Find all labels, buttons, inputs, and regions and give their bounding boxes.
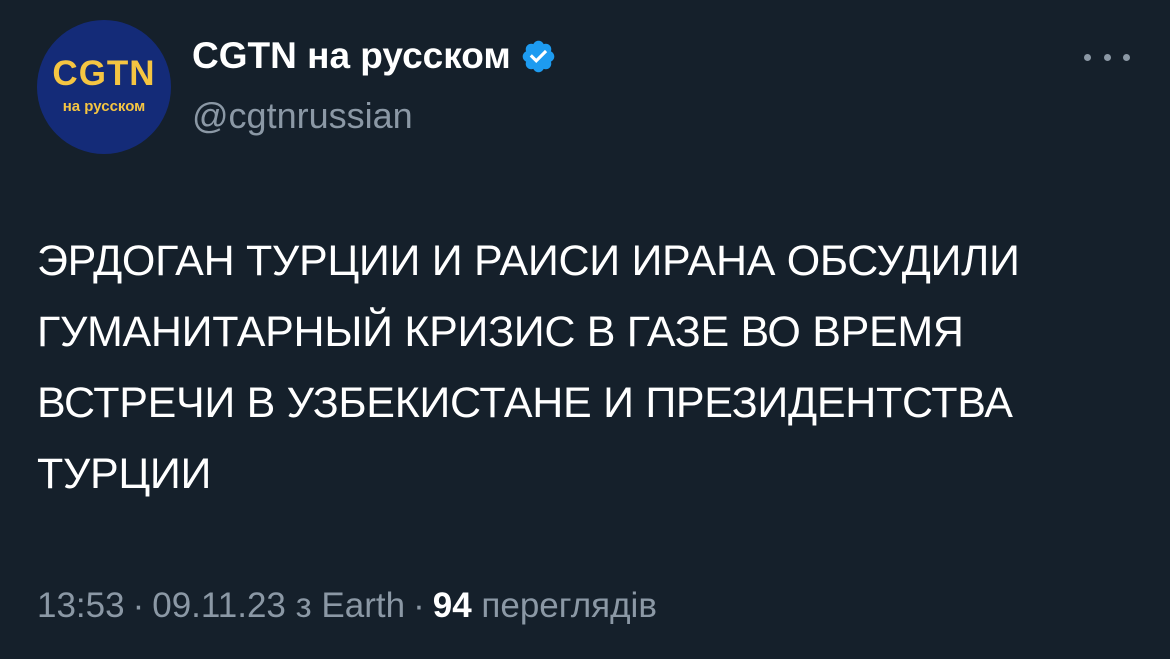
meta-separator: · xyxy=(132,586,145,625)
tweet-card: CGTN на русском CGTN на русском @cgtnrus… xyxy=(0,0,1170,659)
more-dot xyxy=(1123,53,1130,61)
more-options-icon[interactable] xyxy=(1084,47,1130,67)
tweet-date[interactable]: 09.11.23 xyxy=(152,586,286,625)
views-count[interactable]: 94 xyxy=(433,586,472,625)
tweet-source: з Earth xyxy=(295,586,406,625)
tweet-meta: 13:53 · 09.11.23 з Earth · 94 переглядів xyxy=(37,582,657,630)
handle[interactable]: @cgtnrussian xyxy=(192,94,557,138)
display-name[interactable]: CGTN на русском xyxy=(192,34,511,78)
tweet-text: ЭРДОГАН ТУРЦИИ И РАИСИ ИРАНА ОБСУДИЛИ ГУ… xyxy=(37,237,1020,498)
author-block: CGTN на русском @cgtnrussian xyxy=(192,34,557,138)
more-dot xyxy=(1084,53,1091,61)
avatar-logo-subtext: на русском xyxy=(62,98,146,115)
more-dot xyxy=(1103,53,1111,61)
tweet-time[interactable]: 13:53 xyxy=(37,586,125,625)
meta-separator: · xyxy=(413,586,425,625)
name-row: CGTN на русском xyxy=(192,34,557,78)
views-label: переглядів xyxy=(481,586,657,625)
avatar[interactable]: CGTN на русском xyxy=(37,20,171,154)
verified-badge-icon[interactable] xyxy=(520,38,557,75)
avatar-logo-text: CGTN xyxy=(52,54,156,93)
